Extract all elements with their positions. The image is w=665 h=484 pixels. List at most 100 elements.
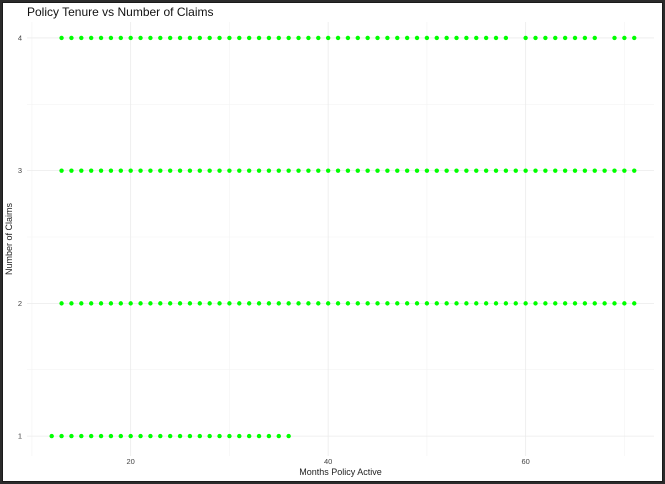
data-point	[167, 301, 173, 306]
data-point	[256, 168, 262, 173]
data-point	[69, 301, 74, 306]
data-point	[582, 301, 588, 306]
data-point	[454, 35, 459, 41]
data-point	[237, 168, 242, 173]
data-point	[503, 35, 509, 41]
data-point	[296, 168, 301, 173]
data-point	[227, 301, 232, 306]
data-point	[365, 35, 370, 41]
data-point	[474, 301, 479, 306]
data-point	[316, 168, 321, 173]
data-point	[158, 301, 163, 306]
data-point	[118, 35, 124, 41]
data-point	[207, 301, 212, 306]
data-point	[197, 168, 202, 173]
data-point	[187, 301, 193, 306]
data-point	[582, 168, 588, 173]
data-point	[434, 168, 439, 173]
data-point	[345, 35, 351, 41]
data-point	[207, 433, 212, 439]
data-point	[316, 35, 321, 41]
data-point	[375, 301, 380, 306]
data-point	[246, 168, 252, 173]
data-point	[286, 168, 291, 173]
data-point	[562, 168, 568, 173]
data-point	[622, 35, 627, 41]
data-point	[88, 301, 94, 306]
data-point	[59, 168, 64, 173]
x-tick-label: 40	[324, 457, 332, 466]
data-point	[207, 35, 212, 41]
data-point	[158, 168, 163, 173]
data-point	[365, 301, 370, 306]
data-point	[296, 301, 301, 306]
data-point	[158, 35, 163, 41]
data-point	[572, 168, 578, 173]
data-point	[385, 301, 390, 306]
data-point	[98, 35, 104, 41]
data-point	[118, 433, 124, 439]
data-point	[444, 35, 449, 41]
data-point	[622, 168, 627, 173]
y-tick-label: 4	[18, 33, 22, 42]
data-point	[414, 301, 420, 306]
data-point	[286, 433, 291, 439]
data-point	[197, 35, 202, 41]
data-point	[108, 433, 114, 439]
data-point	[69, 35, 74, 41]
data-point	[553, 35, 558, 41]
data-point	[503, 168, 509, 173]
data-point	[553, 168, 558, 173]
data-point	[543, 35, 548, 41]
data-point	[177, 301, 183, 306]
data-point	[355, 301, 360, 306]
data-point	[187, 35, 193, 41]
data-point	[138, 35, 143, 41]
data-point	[572, 35, 578, 41]
data-point	[138, 168, 143, 173]
data-point	[464, 168, 469, 173]
data-point	[237, 301, 242, 306]
data-point	[592, 301, 597, 306]
data-point	[148, 35, 153, 41]
data-point	[286, 301, 291, 306]
data-point	[414, 168, 420, 173]
data-point	[562, 35, 568, 41]
data-point	[158, 433, 163, 439]
data-point	[493, 301, 499, 306]
data-point	[177, 168, 183, 173]
data-point	[483, 168, 489, 173]
data-point	[385, 35, 390, 41]
data-point	[98, 433, 104, 439]
data-point	[217, 168, 222, 173]
x-tick-label: 20	[127, 457, 135, 466]
data-point	[533, 35, 538, 41]
data-point	[217, 301, 222, 306]
data-point	[227, 35, 232, 41]
data-point	[217, 35, 222, 41]
data-point	[404, 35, 410, 41]
data-point	[276, 433, 281, 439]
data-point	[345, 168, 351, 173]
data-point	[404, 301, 410, 306]
data-point	[612, 35, 617, 41]
data-point	[128, 433, 133, 439]
data-point	[128, 301, 133, 306]
data-point	[592, 35, 597, 41]
data-point	[493, 35, 499, 41]
data-point	[602, 168, 607, 173]
data-point	[355, 168, 360, 173]
data-point	[118, 301, 124, 306]
data-point	[306, 301, 311, 306]
y-tick-labels: 1 2 3 4	[18, 33, 22, 440]
data-point	[266, 433, 272, 439]
data-point	[306, 168, 311, 173]
data-point	[237, 35, 242, 41]
data-point	[632, 168, 637, 173]
data-point	[464, 35, 469, 41]
data-point	[138, 301, 143, 306]
data-point	[632, 35, 637, 41]
data-point	[256, 35, 262, 41]
data-point	[79, 433, 84, 439]
data-point	[483, 35, 489, 41]
